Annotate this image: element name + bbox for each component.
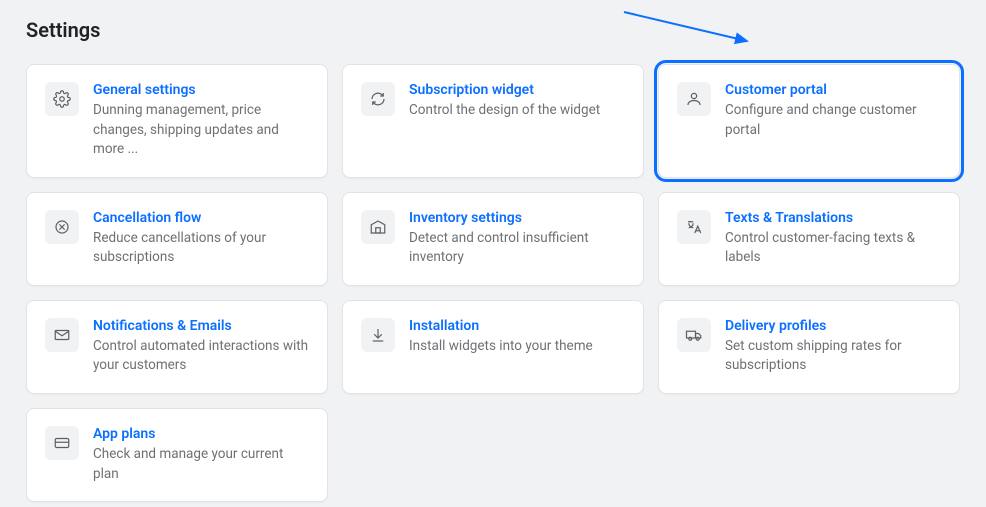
card-title: App plans [93, 426, 309, 442]
card-delivery-profiles[interactable]: Delivery profiles Set custom shipping ra… [658, 300, 960, 394]
card-icon [45, 426, 79, 460]
card-title: Customer portal [725, 82, 941, 98]
card-description: Check and manage your current plan [93, 445, 309, 484]
card-content: Notifications & Emails Control automated… [93, 318, 309, 376]
card-description: Control customer-facing texts & labels [725, 229, 941, 268]
card-description: Detect and control insufficient inventor… [409, 229, 625, 268]
card-description: Control the design of the widget [409, 101, 625, 121]
card-notifications-emails[interactable]: Notifications & Emails Control automated… [26, 300, 328, 394]
card-content: Customer portal Configure and change cus… [725, 82, 941, 160]
card-content: Inventory settings Detect and control in… [409, 210, 625, 268]
gear-icon [45, 82, 79, 116]
card-title: Subscription widget [409, 82, 625, 98]
page-title: Settings [26, 18, 960, 42]
warehouse-icon [361, 210, 395, 244]
card-cancellation-flow[interactable]: Cancellation flow Reduce cancellations o… [26, 192, 328, 286]
mail-icon [45, 318, 79, 352]
cancel-icon [45, 210, 79, 244]
card-app-plans[interactable]: App plans Check and manage your current … [26, 408, 328, 502]
card-title: Delivery profiles [725, 318, 941, 334]
card-customer-portal[interactable]: Customer portal Configure and change cus… [658, 64, 960, 178]
card-description: Dunning management, price changes, shipp… [93, 101, 309, 160]
card-title: General settings [93, 82, 309, 98]
settings-cards-grid: General settings Dunning management, pri… [26, 64, 960, 502]
card-general-settings[interactable]: General settings Dunning management, pri… [26, 64, 328, 178]
card-title: Inventory settings [409, 210, 625, 226]
card-subscription-widget[interactable]: Subscription widget Control the design o… [342, 64, 644, 178]
card-title: Texts & Translations [725, 210, 941, 226]
card-texts-translations[interactable]: Texts & Translations Control customer-fa… [658, 192, 960, 286]
card-description: Reduce cancellations of your subscriptio… [93, 229, 309, 268]
card-description: Configure and change customer portal [725, 101, 941, 140]
truck-icon [677, 318, 711, 352]
card-title: Cancellation flow [93, 210, 309, 226]
translate-icon [677, 210, 711, 244]
sync-icon [361, 82, 395, 116]
card-content: App plans Check and manage your current … [93, 426, 309, 484]
card-content: Installation Install widgets into your t… [409, 318, 625, 376]
card-description: Control automated interactions with your… [93, 337, 309, 376]
card-inventory-settings[interactable]: Inventory settings Detect and control in… [342, 192, 644, 286]
card-installation[interactable]: Installation Install widgets into your t… [342, 300, 644, 394]
card-content: Subscription widget Control the design o… [409, 82, 625, 160]
card-title: Installation [409, 318, 625, 334]
card-description: Set custom shipping rates for subscripti… [725, 337, 941, 376]
card-content: Cancellation flow Reduce cancellations o… [93, 210, 309, 268]
person-icon [677, 82, 711, 116]
card-content: General settings Dunning management, pri… [93, 82, 309, 160]
card-description: Install widgets into your theme [409, 337, 625, 357]
download-icon [361, 318, 395, 352]
card-content: Delivery profiles Set custom shipping ra… [725, 318, 941, 376]
card-title: Notifications & Emails [93, 318, 309, 334]
card-content: Texts & Translations Control customer-fa… [725, 210, 941, 268]
